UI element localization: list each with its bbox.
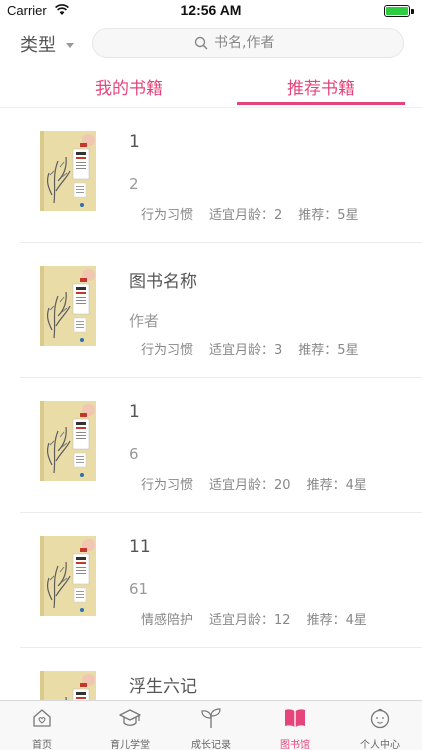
home-heart-icon: [33, 709, 51, 727]
tab-recommended-books[interactable]: 推荐书籍: [237, 74, 405, 99]
book-meta: 情感陪护 适宜月龄：12 推荐：4星: [141, 609, 383, 628]
tab-my-books[interactable]: 我的书籍: [45, 74, 213, 99]
sprout-icon: [201, 708, 221, 728]
book-cover-image: [40, 536, 96, 616]
book-meta: 行为习惯 适宜月龄：2 推荐：5星: [141, 204, 375, 223]
book-list-item[interactable]: 浮生六记: [20, 648, 422, 700]
tabbar-label: 成长记录: [191, 740, 231, 750]
status-bar: Carrier 12:56 AM: [0, 0, 422, 22]
active-tab-indicator: [237, 102, 405, 105]
book-list-item[interactable]: 1 2 行为习惯 适宜月龄：2 推荐：5星: [20, 108, 422, 243]
baby-face-icon: [370, 708, 390, 729]
book-meta: 行为习惯 适宜月龄：20 推荐：4星: [141, 474, 383, 493]
battery-cap: [411, 9, 414, 14]
search-icon: [194, 36, 208, 50]
book-rating: 推荐：4星: [306, 613, 367, 628]
tabbar-label: 个人中心: [360, 740, 400, 750]
book-cover-image: [40, 401, 96, 481]
book-list-item[interactable]: 11 61 情感陪护 适宜月龄：12 推荐：4星: [20, 513, 422, 648]
tabbar-label: 图书馆: [280, 740, 310, 750]
book-title: 1: [129, 132, 140, 152]
book-list[interactable]: 1 2 行为习惯 适宜月龄：2 推荐：5星 图书名称 作者 行为习惯 适宜月龄：3 推荐…: [0, 108, 422, 700]
book-author: 作者: [129, 312, 160, 330]
book-rating: 推荐：5星: [298, 343, 359, 358]
book-age: 适宜月龄：20: [209, 478, 291, 493]
tabbar-item-library[interactable]: 图书馆: [253, 701, 337, 750]
book-age: 适宜月龄：3: [209, 343, 283, 358]
tabbar-item-parenting-school[interactable]: 育儿学堂: [88, 701, 172, 750]
tabbar-label: 育儿学堂: [110, 740, 150, 750]
book-cover-image: [40, 671, 96, 700]
book-author: 6: [129, 445, 139, 463]
tabbar-item-profile[interactable]: 个人中心: [338, 701, 422, 750]
segment-tabs: 我的书籍 推荐书籍: [0, 66, 422, 108]
book-age: 适宜月龄：12: [209, 613, 291, 628]
book-list-item[interactable]: 1 6 行为习惯 适宜月龄：20 推荐：4星: [20, 378, 422, 513]
book-age: 适宜月龄：2: [209, 208, 283, 223]
header: 类型: [0, 22, 422, 66]
tabbar-label: 首页: [32, 740, 52, 750]
book-title: 图书名称: [129, 272, 197, 292]
book-category: 行为习惯: [141, 343, 194, 358]
book-title: 11: [129, 537, 151, 557]
book-rating: 推荐：5星: [298, 208, 359, 223]
book-rating: 推荐：4星: [306, 478, 367, 493]
book-category: 行为习惯: [141, 478, 194, 493]
tabbar-item-home[interactable]: 首页: [0, 701, 84, 750]
caret-down-icon: [66, 42, 74, 48]
search-input[interactable]: [214, 35, 302, 51]
book-cover-image: [40, 266, 96, 346]
type-filter-dropdown[interactable]: 类型: [20, 30, 74, 58]
search-box[interactable]: [92, 28, 404, 58]
graduation-cap-icon: [119, 709, 141, 726]
book-author: 61: [129, 580, 149, 598]
book-title: 1: [129, 402, 140, 422]
bottom-tab-bar: 首页 育儿学堂 成长记录 图书馆 个人中心: [0, 700, 422, 750]
book-title: 浮生六记: [129, 677, 197, 697]
type-filter-label: 类型: [20, 35, 56, 56]
tabbar-item-growth-record[interactable]: 成长记录: [169, 701, 253, 750]
book-author: 2: [129, 175, 139, 193]
battery-icon: [384, 5, 410, 17]
open-book-icon: [285, 709, 305, 727]
book-cover-image: [40, 131, 96, 211]
book-category: 情感陪护: [141, 613, 194, 628]
book-category: 行为习惯: [141, 208, 194, 223]
book-meta: 行为习惯 适宜月龄：3 推荐：5星: [141, 339, 375, 358]
book-list-item[interactable]: 图书名称 作者 行为习惯 适宜月龄：3 推荐：5星: [20, 243, 422, 378]
status-time: 12:56 AM: [180, 2, 242, 18]
